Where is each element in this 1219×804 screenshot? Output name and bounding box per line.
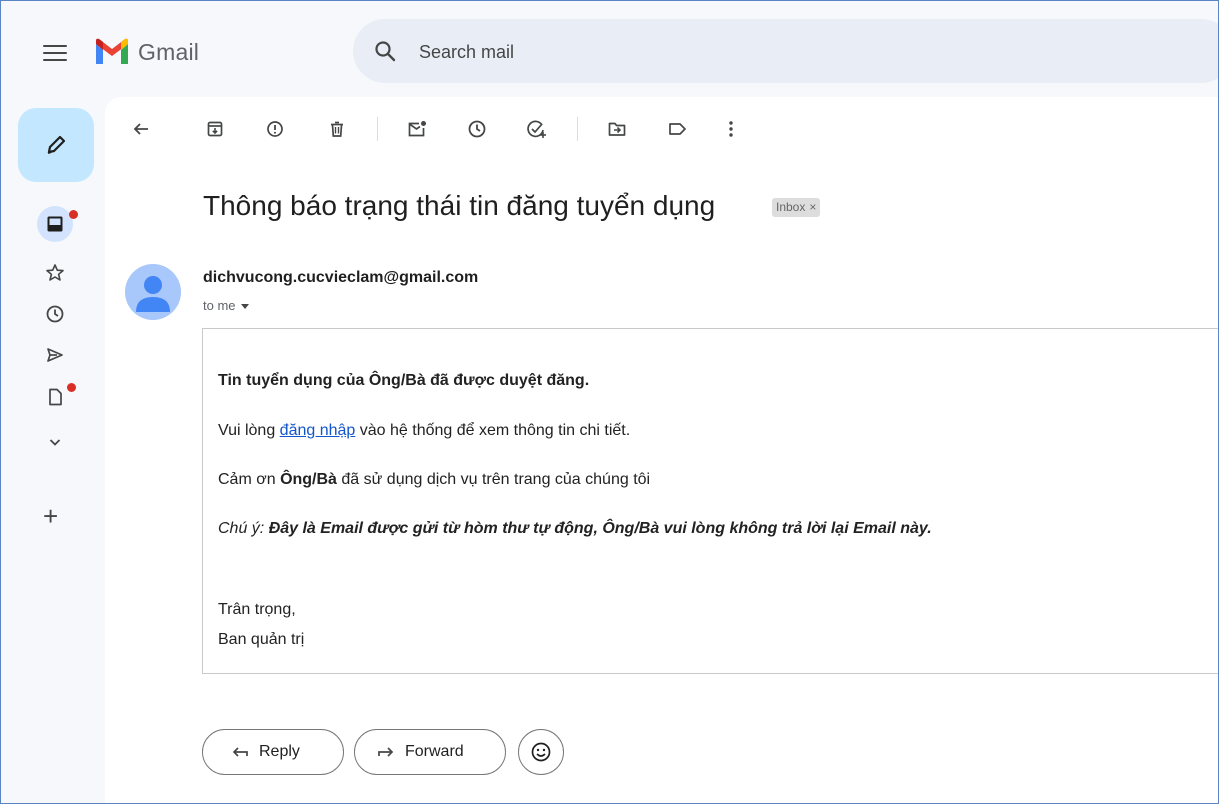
forward-button[interactable]: Forward <box>354 729 506 775</box>
archive-button[interactable] <box>203 117 227 141</box>
delete-icon <box>331 121 343 137</box>
body-thanks-line: Cảm ơn Ông/Bà đã sử dụng dịch vụ trên tr… <box>218 471 650 489</box>
login-line-prefix: Vui lòng <box>218 422 280 439</box>
chevron-down-icon <box>49 439 61 446</box>
archive-icon <box>207 121 223 137</box>
person-icon <box>136 276 170 312</box>
recipient-text: to me <box>203 298 236 313</box>
snooze-button[interactable] <box>465 117 489 141</box>
thanks-prefix: Cảm ơn <box>218 471 281 488</box>
thanks-suffix: đã sử dụng dịch vụ trên trang của chúng … <box>336 471 651 488</box>
report-spam-icon <box>267 121 283 137</box>
more-icon <box>729 121 733 137</box>
add-label-button[interactable]: + <box>43 501 58 532</box>
delete-button[interactable] <box>325 117 349 141</box>
label-icon <box>669 123 686 135</box>
search-bar[interactable] <box>353 19 1218 83</box>
sender-email[interactable]: dichvucong.cucvieclam@gmail.com <box>203 269 478 287</box>
login-link[interactable]: đăng nhập <box>280 422 356 439</box>
nav-sent[interactable] <box>37 337 73 373</box>
body-note-line: Chú ý: Đây là Email được gửi từ hòm thư … <box>218 520 932 538</box>
nav-more[interactable] <box>37 424 73 460</box>
star-icon <box>46 264 64 281</box>
smiley-icon <box>531 742 551 762</box>
sender-avatar[interactable] <box>125 264 181 320</box>
note-label: Chú ý: <box>218 520 269 537</box>
more-button[interactable] <box>719 117 743 141</box>
report-spam-button[interactable] <box>263 117 287 141</box>
add-to-tasks-button[interactable] <box>525 117 549 141</box>
caret-down-icon <box>240 304 249 310</box>
remove-label-button[interactable]: × <box>809 200 816 214</box>
inbox-icon <box>47 216 63 232</box>
send-icon <box>47 348 63 362</box>
forward-icon <box>378 747 394 757</box>
note-text: Đây là Email được gửi từ hòm thư tự động… <box>268 520 932 537</box>
compose-button[interactable] <box>18 108 94 182</box>
mark-unread-icon <box>408 121 426 137</box>
recipient-details-toggle[interactable]: to me <box>203 298 249 313</box>
gmail-window: Gmail Search mail + Thông báo trạng thái… <box>0 0 1219 804</box>
body-closing: Trân trọng, <box>218 601 296 618</box>
labels-button[interactable] <box>665 117 689 141</box>
login-line-suffix: vào hệ thống để xem thông tin chi tiết. <box>355 422 631 439</box>
search-icon[interactable] <box>373 39 397 63</box>
email-subject: Thông báo trạng thái tin đăng tuyển dụng <box>203 190 716 221</box>
back-button[interactable] <box>129 117 153 141</box>
email-body: Tin tuyển dụng của Ông/Bà đã được duyệt … <box>202 328 1218 674</box>
gmail-m-icon <box>96 38 128 64</box>
react-emoji-button[interactable] <box>518 729 564 775</box>
reply-button[interactable]: Reply <box>202 729 344 775</box>
move-to-button[interactable] <box>605 117 629 141</box>
mark-unread-button[interactable] <box>405 117 429 141</box>
inbox-badge <box>69 210 78 219</box>
toolbar-divider <box>577 117 578 141</box>
draft-icon <box>49 388 62 406</box>
back-arrow-icon <box>133 123 148 135</box>
message-panel: Thông báo trạng thái tin đăng tuyển dụng… <box>105 97 1218 803</box>
drafts-badge <box>67 383 76 392</box>
reply-icon <box>232 747 248 757</box>
forward-label: Forward <box>405 743 464 760</box>
gmail-logo[interactable]: Gmail <box>94 34 199 70</box>
search-input[interactable] <box>417 37 1021 67</box>
nav-snoozed[interactable] <box>37 296 73 332</box>
main-menu-button[interactable] <box>41 40 69 64</box>
inbox-label-chip[interactable]: Inbox × <box>772 198 821 217</box>
nav-inbox[interactable] <box>37 206 73 242</box>
pencil-icon <box>47 135 66 155</box>
add-task-icon <box>527 120 546 138</box>
nav-starred[interactable] <box>37 255 73 291</box>
body-headline: Tin tuyển dụng của Ông/Bà đã được duyệt … <box>218 372 590 389</box>
body-login-line: Vui lòng đăng nhập vào hệ thống để xem t… <box>218 422 630 440</box>
clock-icon <box>46 305 64 323</box>
app-name: Gmail <box>138 38 200 65</box>
toolbar-divider <box>377 117 378 141</box>
move-to-icon <box>608 122 626 136</box>
reply-label: Reply <box>259 743 300 760</box>
snooze-icon <box>468 120 486 138</box>
thanks-bold: Ông/Bà <box>280 471 337 488</box>
body-signature: Ban quản trị <box>218 631 305 648</box>
label-text: Inbox <box>776 200 806 214</box>
